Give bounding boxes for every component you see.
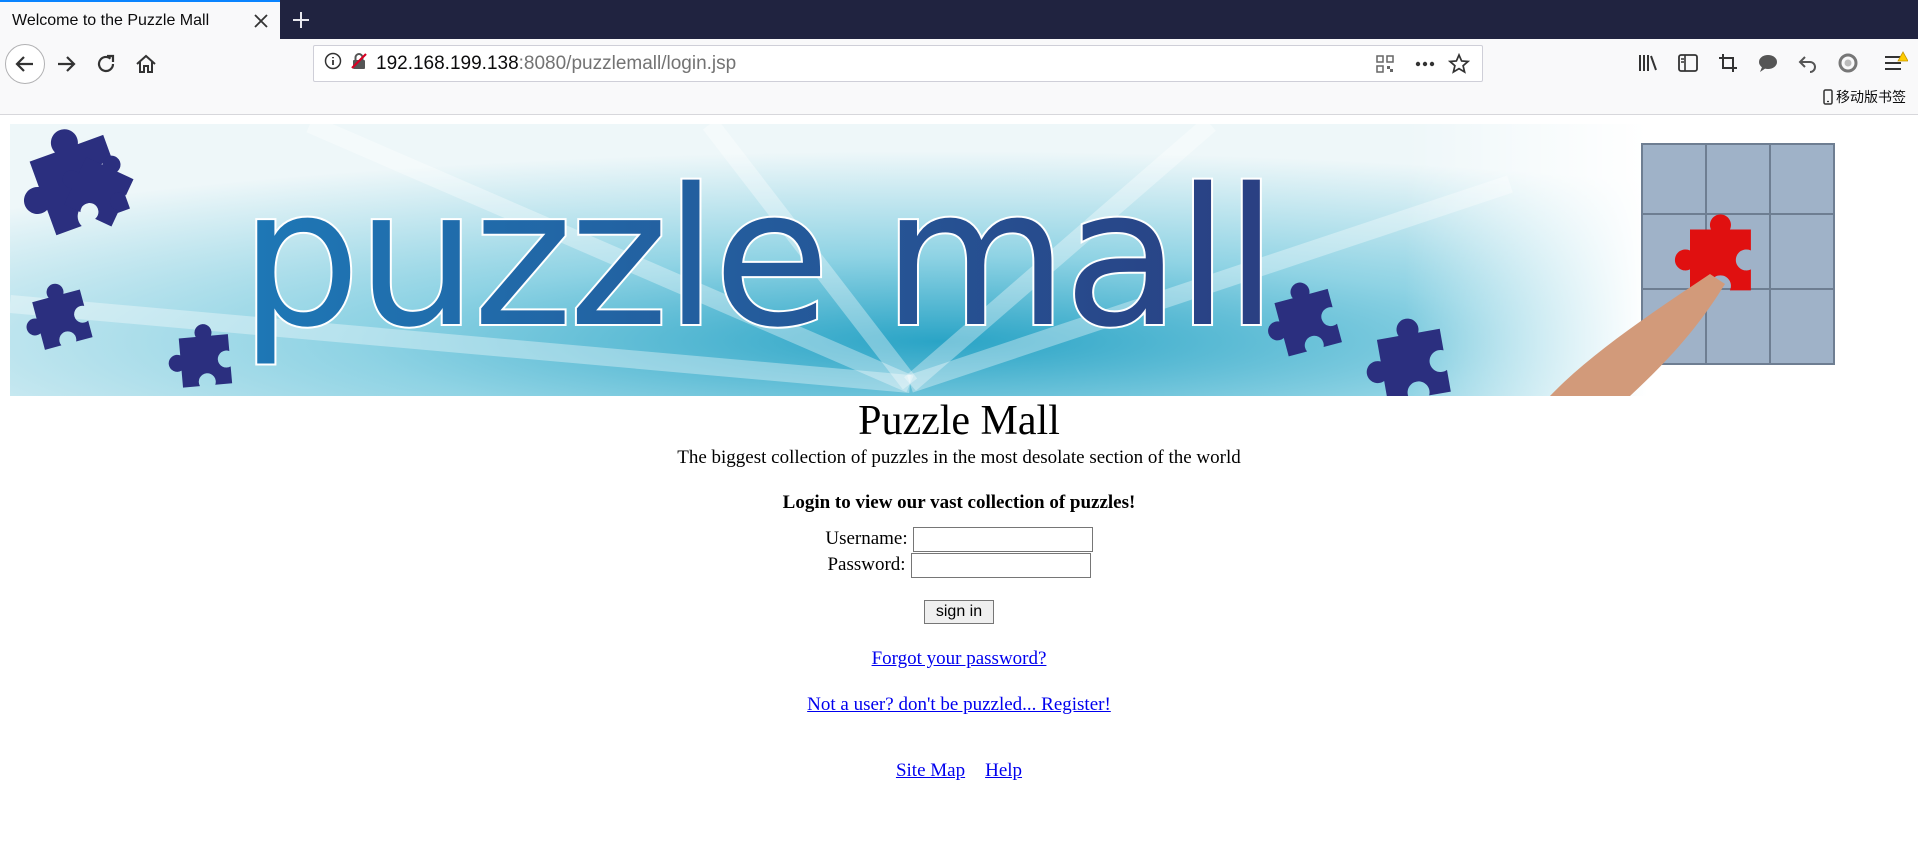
record-button[interactable] [1833, 48, 1863, 78]
sign-in-button[interactable]: sign in [923, 600, 995, 624]
screenshot-icon [1719, 54, 1737, 72]
help-link[interactable]: Help [985, 760, 1022, 782]
info-icon [324, 52, 342, 70]
insecure-lock-icon [351, 53, 367, 69]
mobile-bookmarks-button[interactable]: 移动版书签 [1823, 87, 1906, 107]
banner-image: puzzle mall [10, 124, 1870, 396]
banner-logo-text: puzzle mall [240, 148, 1274, 369]
library-icon [1639, 55, 1657, 71]
reload-icon [97, 54, 115, 73]
login-form: Username: Password: sign in [0, 526, 1918, 624]
library-button[interactable] [1633, 48, 1663, 78]
forgot-password-link[interactable]: Forgot your password? [872, 648, 1047, 670]
account-links: Forgot your password? Not a user? don't … [0, 648, 1918, 716]
tab-title: Welcome to the Puzzle Mall [12, 11, 210, 29]
password-row: Password: [0, 552, 1918, 578]
close-icon [254, 13, 268, 28]
home-button[interactable] [129, 47, 163, 81]
sidebar-icon [1678, 54, 1698, 72]
mobile-bookmarks-label: 移动版书签 [1836, 90, 1906, 106]
home-icon [136, 54, 156, 73]
sidebar-button[interactable] [1673, 48, 1703, 78]
forward-icon [58, 56, 76, 72]
password-input[interactable] [910, 552, 1091, 578]
footer-links: Site Map Help [0, 760, 1918, 782]
username-row: Username: [0, 526, 1918, 552]
nav-toolbar: 192.168.199.138:8080/puzzlemall/login.js… [0, 39, 1918, 115]
bookmark-star-button[interactable] [1447, 52, 1471, 80]
tagline: The biggest collection of puzzles in the… [677, 447, 1241, 468]
tab-bar: Welcome to the Puzzle Mall [0, 0, 1918, 39]
address-bar[interactable]: 192.168.199.138:8080/puzzlemall/login.js… [313, 45, 1483, 82]
chat-button[interactable] [1753, 48, 1783, 78]
plus-icon [293, 12, 309, 28]
site-map-link[interactable]: Site Map [896, 760, 965, 782]
tab-active[interactable]: Welcome to the Puzzle Mall [0, 0, 280, 39]
register-link[interactable]: Not a user? don't be puzzled... Register… [807, 694, 1111, 716]
page-actions-button[interactable] [1414, 54, 1436, 79]
username-input[interactable] [912, 526, 1093, 552]
page-title: Puzzle Mall [858, 398, 1060, 444]
banner: puzzle mall [10, 124, 1870, 396]
undo-button[interactable] [1793, 48, 1823, 78]
new-tab-button[interactable] [286, 5, 316, 35]
more-icon [1415, 61, 1435, 67]
password-label: Password: [827, 554, 906, 575]
back-button[interactable] [5, 44, 45, 84]
qr-code-button[interactable] [1376, 55, 1394, 78]
close-tab-button[interactable] [246, 6, 276, 36]
chat-icon [1759, 55, 1777, 72]
menu-icon [1885, 51, 1908, 70]
url-text[interactable]: 192.168.199.138:8080/puzzlemall/login.js… [376, 53, 736, 75]
login-page: Puzzle Mall The biggest collection of pu… [0, 398, 1918, 782]
qr-code-icon [1376, 55, 1394, 73]
url-path: :8080/puzzlemall/login.jsp [518, 52, 737, 74]
star-icon [1447, 52, 1471, 74]
screenshot-button[interactable] [1713, 48, 1743, 78]
reload-button[interactable] [89, 47, 123, 81]
undo-icon [1798, 56, 1816, 73]
username-label: Username: [825, 528, 908, 549]
url-host: 192.168.199.138 [376, 52, 519, 74]
connection-status[interactable] [350, 52, 368, 75]
site-info-button[interactable] [324, 52, 342, 75]
login-prompt: Login to view our vast collection of puz… [782, 492, 1136, 513]
back-icon [15, 56, 33, 72]
record-icon [1838, 53, 1858, 73]
mobile-device-icon [1823, 89, 1833, 105]
forward-button[interactable] [49, 47, 83, 81]
menu-button[interactable] [1880, 48, 1910, 78]
